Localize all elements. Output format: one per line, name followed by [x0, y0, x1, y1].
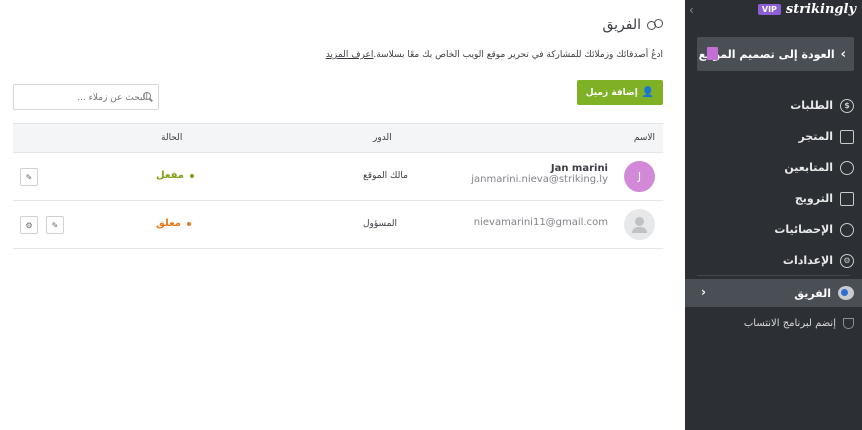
- pie-chart-icon: [840, 222, 854, 237]
- member-name-cell: Jan marini janmarini.nieva@striking.ly: [471, 163, 608, 185]
- member-role: مالك الموقع: [363, 171, 408, 181]
- sidebar-item-analytics[interactable]: الإحصائيات: [685, 214, 862, 245]
- sidebar-item-team[interactable]: › الفريق: [685, 279, 862, 307]
- sidebar-item-label: الإعدادات: [782, 254, 833, 267]
- status-text: معلق: [156, 218, 181, 229]
- team-icon: [647, 19, 663, 31]
- member-email: nievamarini11@gmail.com: [473, 217, 608, 228]
- header-status: الحالة: [161, 133, 183, 143]
- search-box: [13, 84, 159, 110]
- main-content: الفريق ادعُ أصدقائك وزملائك للمشاركة في …: [0, 0, 685, 430]
- learn-more-link[interactable]: اعرف المزيد: [326, 50, 374, 60]
- sidebar-item-settings[interactable]: الإعدادات ⚙: [685, 245, 862, 276]
- avatar-placeholder: [624, 209, 655, 240]
- team-globe-icon: [838, 286, 854, 300]
- back-label: العودة إلى تصميم الموقع: [698, 47, 835, 61]
- pencil-icon: ✎: [25, 172, 33, 182]
- pencil-icon: ✎: [51, 220, 59, 230]
- vip-badge: VIP: [757, 4, 781, 15]
- member-role: المسؤول: [363, 219, 398, 229]
- sidebar-item-label: المتابعين: [784, 161, 833, 174]
- page-title-text: الفريق: [602, 17, 641, 33]
- sidebar-item-store[interactable]: المتجر: [685, 121, 862, 152]
- referral-label: إنضم لبرنامج الانتساب: [743, 317, 836, 329]
- document-icon: [707, 47, 718, 60]
- member-name: Jan marini: [550, 163, 608, 174]
- sidebar: ‹ VIP strikingly العودة إلى تصميم الموقع…: [685, 0, 862, 430]
- add-user-icon: 👤: [641, 87, 655, 98]
- member-name-cell: nievamarini11@gmail.com: [474, 217, 608, 228]
- add-member-label: إضافة زميل: [585, 87, 638, 98]
- status-badge: مفعل: [156, 170, 194, 181]
- app-root: الفريق ادعُ أصدقائك وزملائك للمشاركة في …: [0, 0, 862, 430]
- sidebar-nav: الطلبات $ المتجر المتابعين الترويج الإحص…: [685, 90, 862, 276]
- settings-button[interactable]: ⚙: [20, 216, 38, 234]
- table-row: J Jan marini janmarini.nieva@striking.ly…: [13, 153, 663, 201]
- back-to-editor-button[interactable]: العودة إلى تصميم الموقع ‹: [697, 37, 854, 71]
- brand-logo: VIP strikingly: [757, 2, 856, 17]
- sidebar-divider: [697, 275, 850, 276]
- gear-icon: ⚙: [840, 253, 854, 268]
- header-name: الاسم: [633, 133, 655, 143]
- status-badge: معلق: [156, 218, 191, 229]
- store-icon: [840, 129, 854, 144]
- page-subtitle: ادعُ أصدقائك وزملائك للمشاركة في تحرير م…: [326, 50, 663, 60]
- collapse-chevron-icon[interactable]: ‹: [689, 3, 701, 17]
- edit-button[interactable]: ✎: [20, 168, 38, 186]
- megaphone-icon: [840, 191, 854, 206]
- member-email: janmarini.nieva@striking.ly: [471, 174, 608, 185]
- sidebar-item-label: المتجر: [798, 130, 833, 143]
- header-role: الدور: [373, 133, 392, 143]
- sidebar-item-label: الإحصائيات: [774, 223, 833, 236]
- sidebar-item-label: الترويج: [794, 192, 833, 205]
- page-title: الفريق: [602, 17, 663, 33]
- trophy-icon: [843, 317, 854, 329]
- chevron-left-icon: ‹: [840, 46, 846, 62]
- subtitle-text: ادعُ أصدقائك وزملائك للمشاركة في تحرير م…: [373, 50, 663, 60]
- brand-name: strikingly: [785, 2, 856, 17]
- sidebar-item-followers[interactable]: المتابعين: [685, 152, 862, 183]
- search-input[interactable]: [14, 86, 158, 110]
- chevron-right-icon: ›: [701, 285, 706, 299]
- gear-icon: ⚙: [25, 220, 33, 230]
- team-table: الاسم الدور الحالة J Jan marini janmarin…: [13, 123, 663, 249]
- referral-program-link[interactable]: إنضم لبرنامج الانتساب: [685, 313, 862, 333]
- status-text: مفعل: [156, 170, 184, 181]
- table-header: الاسم الدور الحالة: [13, 124, 663, 153]
- table-row: nievamarini11@gmail.com المسؤول معلق ⚙ ✎: [13, 201, 663, 249]
- search-icon: [143, 92, 151, 100]
- sidebar-item-orders[interactable]: الطلبات $: [685, 90, 862, 121]
- add-member-button[interactable]: 👤 إضافة زميل: [577, 80, 663, 105]
- sidebar-item-label: الطلبات: [790, 99, 833, 112]
- sidebar-item-label: الفريق: [794, 286, 831, 300]
- status-dot: [189, 173, 194, 178]
- avatar: J: [624, 161, 655, 192]
- status-dot: [186, 221, 191, 226]
- edit-button[interactable]: ✎: [46, 216, 64, 234]
- dollar-icon: $: [840, 98, 854, 113]
- followers-icon: [840, 160, 854, 175]
- sidebar-item-promotion[interactable]: الترويج: [685, 183, 862, 214]
